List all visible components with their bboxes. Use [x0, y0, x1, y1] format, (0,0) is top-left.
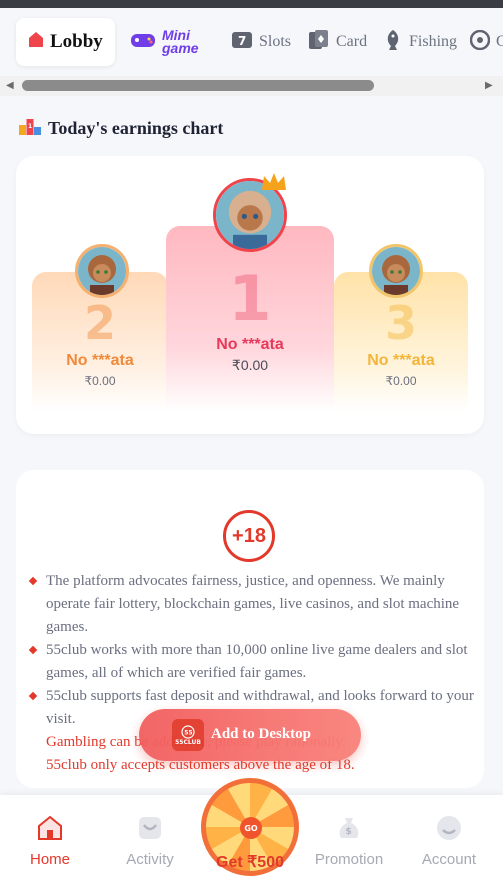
- wheel-hub: GO: [240, 817, 262, 839]
- crown-icon: [260, 170, 288, 199]
- avatar-rank-2: [75, 244, 129, 298]
- tab-fishing[interactable]: Fishing: [383, 18, 457, 66]
- rank-name-2: No ***ata: [66, 352, 134, 369]
- list-item: 55club works with more than 10,000 onlin…: [28, 639, 474, 685]
- card-icon: [308, 29, 330, 56]
- tab-label: C: [496, 33, 503, 50]
- tab-label: Slots: [259, 33, 292, 50]
- tab-label: Fishing: [409, 33, 458, 50]
- age-18-badge: +18: [223, 510, 275, 562]
- tab-label: Lobby: [50, 31, 103, 52]
- scrollbar-thumb[interactable]: [22, 80, 374, 91]
- tab-label: Card: [336, 33, 368, 50]
- add-to-desktop-label: Add to Desktop: [211, 726, 312, 742]
- tab-lobby[interactable]: Lobby: [16, 18, 115, 66]
- svg-text:7: 7: [238, 34, 246, 48]
- nav-account[interactable]: Account: [399, 813, 499, 868]
- avatar-rank-3: [369, 244, 423, 298]
- casino-icon: [469, 29, 491, 55]
- gamepad-icon: [130, 31, 156, 54]
- bullet-diamond-icon: [28, 691, 38, 701]
- gift-icon: [135, 813, 165, 843]
- scroll-right-arrow-icon[interactable]: ▶: [485, 80, 493, 91]
- tab-mini-game[interactable]: Mini game: [130, 18, 212, 66]
- rank-number-2: 2: [83, 296, 116, 350]
- tab-card[interactable]: Card: [308, 18, 367, 66]
- section-title: 1 Today's earnings chart: [18, 116, 223, 141]
- earnings-podium: 2 No ***ata ₹0.00 1 No ***ata ₹0.00 3 No…: [16, 156, 484, 434]
- account-icon: [434, 813, 464, 843]
- rank-name-1: No ***ata: [216, 336, 284, 353]
- tab-label: Mini game: [162, 27, 199, 56]
- browser-top-strip: [0, 0, 503, 8]
- scroll-left-arrow-icon[interactable]: ◀: [6, 80, 14, 91]
- podium-icon: 1: [18, 116, 42, 141]
- tab-slots[interactable]: 7 Slots: [231, 18, 291, 66]
- rank-number-3: 3: [384, 296, 417, 350]
- section-title-text: Today's earnings chart: [48, 118, 224, 138]
- nav-home[interactable]: Home: [0, 813, 100, 868]
- category-tabs: Lobby Mini game 7 Slots Card Fishing C: [0, 8, 503, 76]
- club-logo-icon: 55 55CLUB: [172, 719, 204, 751]
- home-icon: [28, 31, 44, 54]
- bullet-diamond-icon: [28, 576, 38, 586]
- rank-amount-3: ₹0.00: [385, 374, 417, 388]
- rank-name-3: No ***ata: [367, 352, 435, 369]
- home-icon: [35, 813, 65, 843]
- bullet-diamond-icon: [28, 645, 38, 655]
- list-item: The platform advocates fairness, justice…: [28, 570, 474, 639]
- tabs-scrollbar[interactable]: ◀ ▶: [0, 76, 503, 96]
- rank-number-1: 1: [228, 262, 272, 335]
- nav-activity[interactable]: Activity: [100, 813, 200, 868]
- fishing-icon: [383, 29, 403, 56]
- rank-amount-2: ₹0.00: [84, 374, 116, 388]
- svg-text:$: $: [346, 827, 352, 837]
- tab-casino[interactable]: C: [469, 18, 503, 66]
- money-bag-icon: $: [334, 813, 364, 843]
- nav-promotion[interactable]: $ Promotion: [299, 813, 399, 868]
- get-bonus-label[interactable]: Get ₹500: [195, 852, 305, 872]
- svg-text:1: 1: [28, 123, 32, 130]
- slot-7-icon: 7: [231, 30, 253, 55]
- svg-text:55: 55: [184, 729, 192, 736]
- add-to-desktop-button[interactable]: 55 55CLUB Add to Desktop: [139, 709, 361, 761]
- rank-amount-1: ₹0.00: [231, 357, 269, 373]
